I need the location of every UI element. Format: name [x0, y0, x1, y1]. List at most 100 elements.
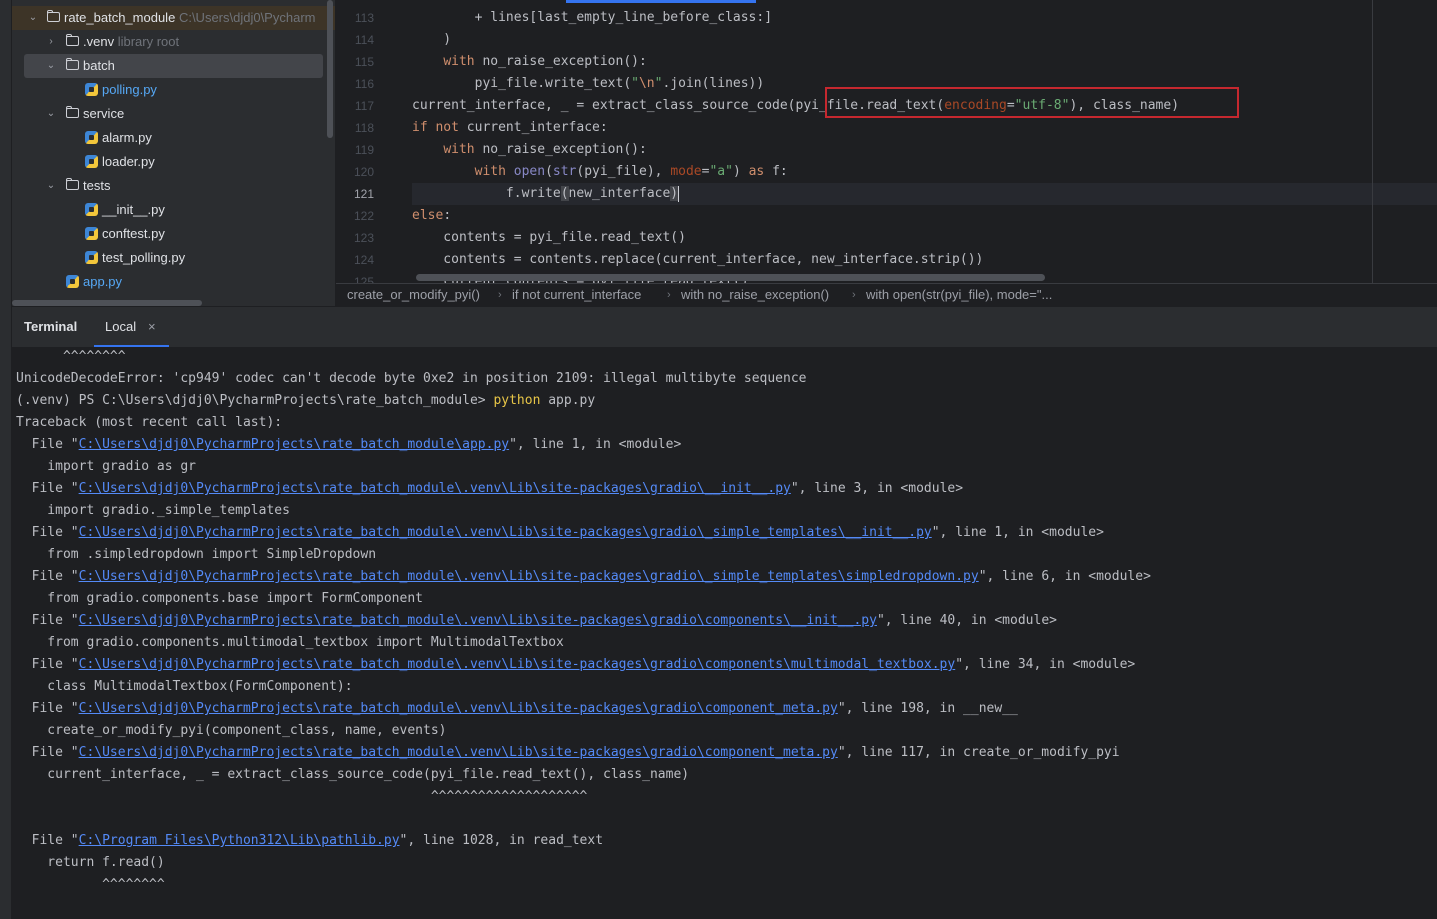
file-path-link[interactable]: C:\Users\djdj0\PycharmProjects\rate_batc… [79, 481, 791, 496]
tree-item-label: __init__.py [102, 202, 165, 217]
traceback-prefix: File " [16, 569, 79, 584]
code-line: contents = contents.replace(current_inte… [412, 252, 984, 267]
breadcrumb-item[interactable]: if not current_interface [512, 284, 641, 306]
file-path-link[interactable]: C:\Users\djdj0\PycharmProjects\rate_batc… [79, 613, 877, 628]
terminal-header: Terminal Local × [12, 306, 1437, 348]
chevron-right-icon: › [852, 289, 856, 301]
chevron-down-icon[interactable]: ⌄ [46, 102, 56, 126]
traceback-file-line: File "C:\Users\djdj0\PycharmProjects\rat… [16, 698, 1018, 720]
code-editor[interactable]: 113 114 115 116 117 118 119 120 121 122 … [336, 0, 1437, 283]
folder-icon [66, 58, 79, 70]
tree-item-service[interactable]: ⌄ service [12, 102, 335, 126]
editor-gutter: 113 114 115 116 117 118 119 120 121 122 … [336, 0, 430, 283]
tree-root-path: C:\Users\djdj0\Pycharm [178, 10, 316, 25]
tree-item-venv[interactable]: › .venv library root [12, 30, 335, 54]
chevron-down-icon[interactable]: ⌄ [28, 6, 38, 30]
python-file-icon [85, 155, 98, 168]
traceback-location: ", line 6, in <module> [978, 569, 1151, 584]
traceback-file-line: File "C:\Users\djdj0\PycharmProjects\rat… [16, 478, 963, 500]
traceback-prefix: File " [16, 701, 79, 716]
file-path-link[interactable]: C:\Users\djdj0\PycharmProjects\rate_batc… [79, 569, 979, 584]
traceback-file-line: File "C:\Users\djdj0\PycharmProjects\rat… [16, 654, 1136, 676]
breadcrumb: create_or_modify_pyi() › if not current_… [336, 283, 1437, 306]
tree-item-batch[interactable]: ⌄ batch [24, 54, 323, 78]
code-line: if not current_interface: [412, 120, 608, 135]
chevron-right-icon: › [667, 289, 671, 301]
line-number: 124 [353, 253, 374, 267]
line-number: 113 [354, 11, 374, 25]
tree-item-label: .venv [83, 34, 115, 49]
tree-item-polling[interactable]: polling.py [12, 78, 335, 102]
line-number: 115 [354, 55, 374, 69]
tab-label: Local [105, 319, 137, 334]
tree-item-label: loader.py [102, 154, 155, 169]
line-number: 125 [353, 275, 374, 283]
chevron-right-icon: › [498, 289, 502, 301]
code-area[interactable]: + lines[last_empty_line_before_class:] )… [412, 0, 1437, 283]
chevron-right-icon[interactable]: › [46, 30, 56, 54]
tree-vertical-scrollbar[interactable] [327, 0, 333, 138]
traceback-location: ", line 1, in <module> [931, 525, 1104, 540]
traceback-prefix: File " [16, 437, 79, 452]
tree-item-label: service [83, 106, 125, 121]
tree-item-alarm[interactable]: alarm.py [12, 126, 335, 150]
tab-local[interactable]: Local × [94, 307, 169, 348]
traceback-prefix: File " [16, 657, 79, 672]
tree-item-test-polling[interactable]: test_polling.py [12, 246, 335, 270]
file-path-link[interactable]: C:\Users\djdj0\PycharmProjects\rate_batc… [79, 745, 838, 760]
terminal-line: create_or_modify_pyi(component_class, na… [16, 723, 447, 738]
folder-icon [47, 10, 60, 22]
file-path-link[interactable]: C:\Users\djdj0\PycharmProjects\rate_batc… [79, 701, 838, 716]
folder-icon [66, 106, 79, 118]
terminal-line: import gradio._simple_templates [16, 503, 290, 518]
terminal-line: from .simpledropdown import SimpleDropdo… [16, 547, 377, 562]
test-folder-icon [66, 178, 79, 190]
file-path-link[interactable]: C:\Users\djdj0\PycharmProjects\rate_batc… [79, 525, 932, 540]
traceback-file-line: File "C:\Users\djdj0\PycharmProjects\rat… [16, 434, 682, 456]
tree-item-conftest[interactable]: conftest.py [12, 222, 335, 246]
tree-item-label: polling.py [102, 82, 157, 97]
tree-item-tests[interactable]: ⌄ tests [12, 174, 335, 198]
line-number: 117 [354, 99, 374, 113]
terminal-line: class MultimodalTextbox(FormComponent): [16, 679, 353, 694]
traceback-file-line: File "C:\Users\djdj0\PycharmProjects\rat… [16, 522, 1104, 544]
tree-root[interactable]: ⌄ rate_batch_module C:\Users\djdj0\Pycha… [12, 6, 335, 30]
code-line: with no_raise_exception(): [443, 54, 647, 69]
breadcrumb-item[interactable]: with open(str(pyi_file), mode="... [866, 284, 1052, 306]
traceback-file-line: File "C:\Users\djdj0\PycharmProjects\rat… [16, 610, 1057, 632]
terminal-line: import gradio as gr [16, 459, 197, 474]
file-path-link[interactable]: C:\Program Files\Python312\Lib\pathlib.p… [79, 833, 400, 848]
terminal-command-args: app.py [540, 393, 596, 408]
python-file-icon [85, 203, 98, 216]
chevron-down-icon[interactable]: ⌄ [46, 54, 56, 78]
code-line-current: f.write(new_interface) [412, 183, 1437, 205]
traceback-location: ", line 117, in create_or_modify_pyi [837, 745, 1120, 760]
terminal-output[interactable]: ^^^^^^^^ UnicodeDecodeError: 'cp949' code… [12, 347, 1437, 919]
close-icon[interactable]: × [148, 319, 156, 334]
breadcrumb-item[interactable]: create_or_modify_pyi() [347, 284, 480, 306]
tree-item-loader[interactable]: loader.py [12, 150, 335, 174]
breadcrumb-item[interactable]: with no_raise_exception() [681, 284, 829, 306]
line-number: 120 [353, 165, 374, 179]
tree-item-label: batch [83, 58, 115, 73]
terminal-prompt: (.venv) PS C:\Users\djdj0\PycharmProject… [16, 393, 494, 408]
tree-item-init[interactable]: __init__.py [12, 198, 335, 222]
text-caret [678, 185, 680, 202]
chevron-down-icon[interactable]: ⌄ [46, 174, 56, 198]
python-file-icon [85, 83, 98, 96]
left-tool-strip [0, 0, 12, 919]
python-file-icon [85, 227, 98, 240]
terminal-title: Terminal [24, 319, 78, 334]
terminal-prompt-line: (.venv) PS C:\Users\djdj0\PycharmProject… [16, 390, 595, 412]
line-number: 122 [353, 209, 374, 223]
traceback-prefix: File " [16, 745, 79, 760]
traceback-prefix: File " [16, 833, 79, 848]
tree-item-label: alarm.py [102, 130, 152, 145]
terminal-command: python [493, 393, 541, 408]
tree-item-app[interactable]: app.py [12, 270, 335, 294]
code-line: with no_raise_exception(): [443, 142, 647, 157]
file-path-link[interactable]: C:\Users\djdj0\PycharmProjects\rate_batc… [79, 437, 509, 452]
terminal-line: from gradio.components.base import FormC… [16, 591, 423, 606]
editor-horizontal-scrollbar[interactable] [416, 274, 1045, 281]
file-path-link[interactable]: C:\Users\djdj0\PycharmProjects\rate_batc… [79, 657, 956, 672]
